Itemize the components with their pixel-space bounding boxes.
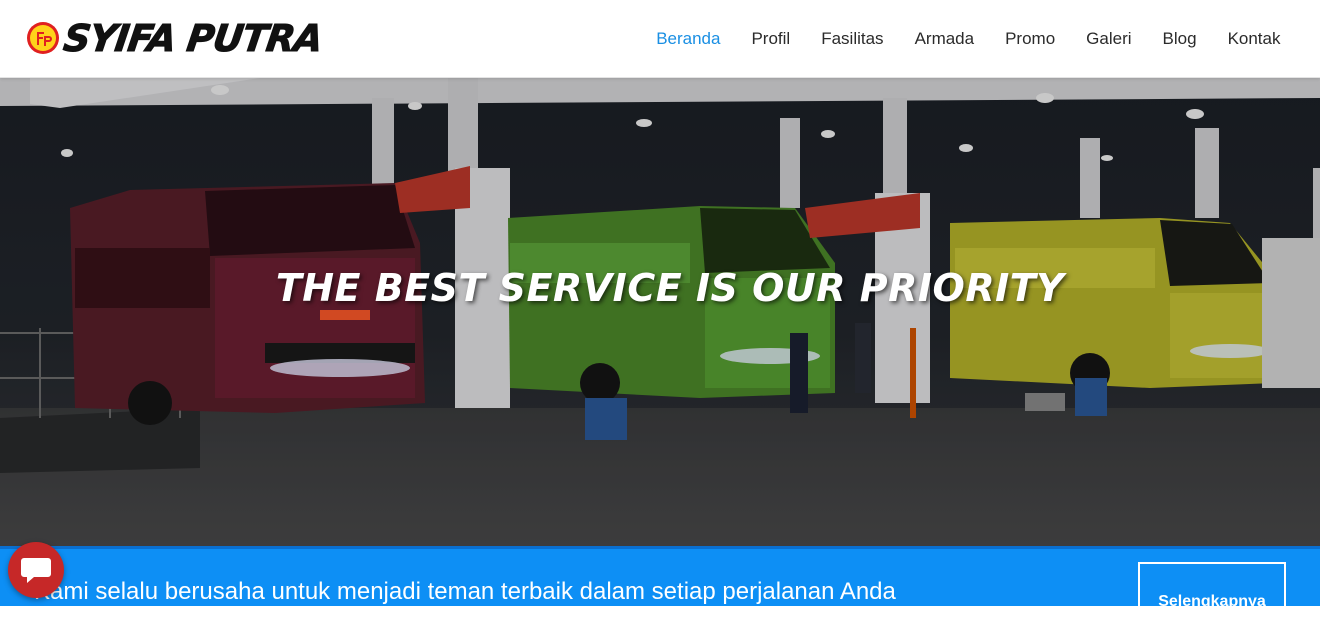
nav-item-blog[interactable]: Blog <box>1147 29 1212 49</box>
brand-badge-icon <box>27 22 59 54</box>
hero-title: THE BEST SERVICE IS OUR PRIORITY <box>275 266 1065 310</box>
cta-band: Kami selalu berusaha untuk menjadi teman… <box>0 546 1320 622</box>
nav-item-fasilitas[interactable]: Fasilitas <box>806 29 899 49</box>
nav-item-galeri[interactable]: Galeri <box>1071 29 1147 49</box>
read-more-button[interactable]: Selengkapnya <box>1138 562 1286 622</box>
brand-logo[interactable]: SYIFA PUTRA <box>26 12 325 64</box>
nav-item-promo[interactable]: Promo <box>990 29 1071 49</box>
hero-dark-overlay <box>0 78 1320 546</box>
main-navigation: Beranda Profil Fasilitas Armada Promo Ga… <box>641 0 1296 78</box>
nav-item-kontak[interactable]: Kontak <box>1212 29 1296 49</box>
nav-item-armada[interactable]: Armada <box>899 29 990 49</box>
chat-widget-button[interactable] <box>8 542 64 598</box>
hero-banner: THE BEST SERVICE IS OUR PRIORITY <box>0 78 1320 546</box>
nav-item-beranda[interactable]: Beranda <box>641 29 736 49</box>
cta-text: Kami selalu berusaha untuk menjadi teman… <box>34 578 896 605</box>
chat-bubble-icon <box>21 558 51 583</box>
nav-item-profil[interactable]: Profil <box>736 29 806 49</box>
site-header: SYIFA PUTRA Beranda Profil Fasilitas Arm… <box>0 0 1320 78</box>
brand-name: SYIFA PUTRA <box>60 16 325 60</box>
